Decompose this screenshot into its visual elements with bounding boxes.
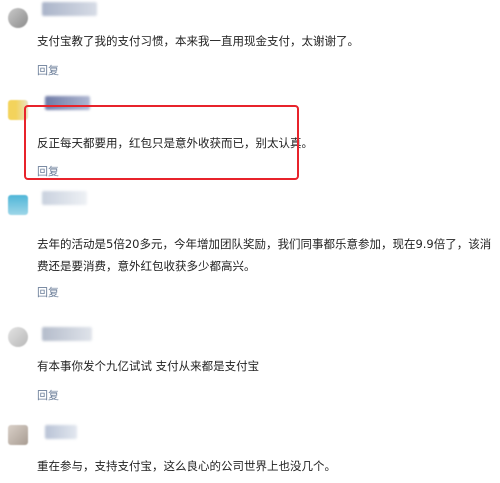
comment-item-1: 支付宝教了我的支付习惯，本来我一直用现金支付，太谢谢了。 回复 bbox=[0, 0, 500, 90]
username-blurred bbox=[45, 425, 77, 439]
comment-item-3: 去年的活动是5倍20多元，今年增加团队奖励，我们同事都乐意参加，现在9.9倍了，… bbox=[0, 185, 500, 315]
reply-button[interactable]: 回复 bbox=[37, 62, 59, 78]
comment-text: 支付宝教了我的支付习惯，本来我一直用现金支付，太谢谢了。 bbox=[37, 34, 359, 48]
comment-item-4: 有本事你发个九亿试试 支付从来都是支付宝 回复 bbox=[0, 315, 500, 415]
avatar[interactable] bbox=[8, 195, 28, 215]
username-blurred bbox=[42, 2, 97, 16]
avatar[interactable] bbox=[8, 425, 28, 445]
reply-button[interactable]: 回复 bbox=[37, 387, 59, 403]
avatar[interactable] bbox=[8, 327, 28, 347]
reply-button[interactable]: 回复 bbox=[37, 284, 59, 300]
comment-text: 有本事你发个九亿试试 支付从来都是支付宝 bbox=[37, 359, 260, 373]
username-blurred bbox=[42, 191, 87, 205]
comment-text: 重在参与，支持支付宝，这么良心的公司世界上也没几个。 bbox=[37, 459, 336, 473]
avatar[interactable] bbox=[8, 8, 28, 28]
comment-text: 去年的活动是5倍20多元，今年增加团队奖励，我们同事都乐意参加，现在9.9倍了，… bbox=[37, 237, 492, 273]
highlight-box bbox=[24, 105, 299, 180]
comment-item-5: 重在参与，支持支付宝，这么良心的公司世界上也没几个。 bbox=[0, 415, 500, 483]
username-blurred bbox=[42, 327, 92, 341]
